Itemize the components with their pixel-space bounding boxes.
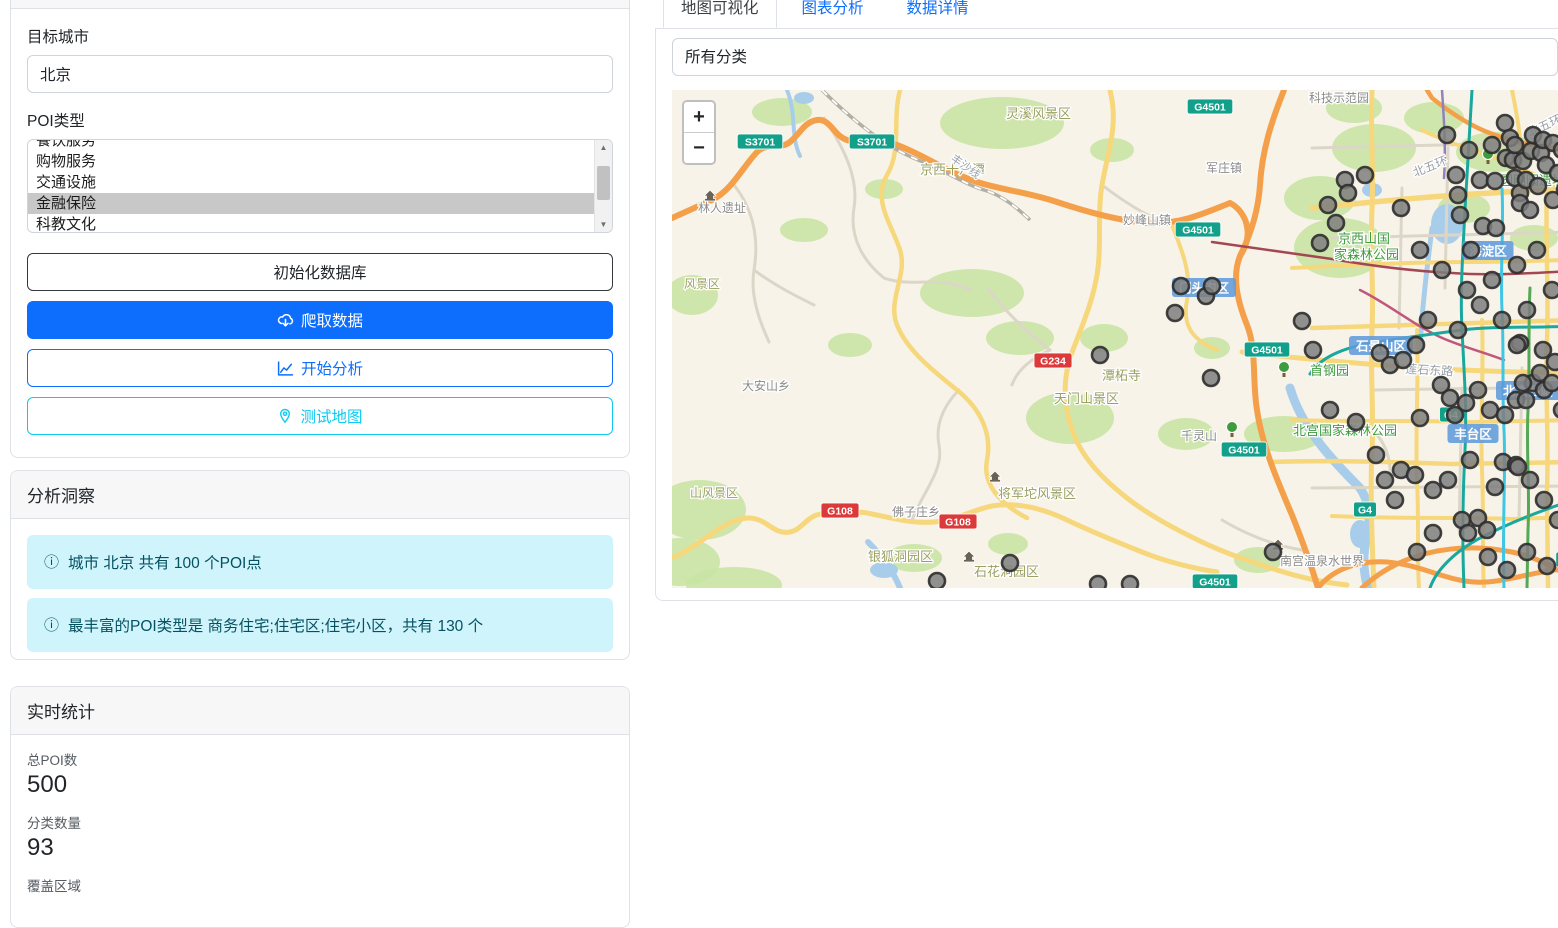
insights-card: 分析洞察 ⓘ 城市 北京 共有 100 个POI点 ⓘ 最丰富的POI类型是 商…: [10, 470, 630, 660]
svg-text:潭柘寺: 潭柘寺: [1102, 368, 1141, 383]
svg-text:家森林公园: 家森林公园: [1334, 247, 1399, 262]
svg-text:G4501: G4501: [1251, 345, 1283, 357]
test-map-label: 测试地图: [300, 409, 363, 426]
svg-text:天门山景区: 天门山景区: [1054, 391, 1119, 406]
control-panel-card: 目标城市 POI类型 餐饮服务购物服务交通设施金融保险科教文化 ▲ ▼ 初始化数…: [10, 0, 630, 458]
geo-pin-icon: [280, 408, 291, 423]
stat-label-total-poi: 总POI数: [27, 753, 78, 768]
stat-value-categories: 93: [27, 833, 54, 861]
svg-text:北宫国家森林公园: 北宫国家森林公园: [1293, 423, 1397, 438]
svg-text:军庄镇: 军庄镇: [1206, 160, 1242, 175]
svg-text:G4: G4: [1358, 505, 1372, 517]
poi-type-option[interactable]: 科教文化: [28, 214, 595, 232]
svg-text:妙峰山镇: 妙峰山镇: [1123, 213, 1171, 227]
insights-header: 分析洞察: [11, 471, 629, 519]
tab-data-details[interactable]: 数据详情: [889, 0, 987, 28]
scroll-thumb[interactable]: [597, 166, 610, 200]
svg-text:林人遗址: 林人遗址: [698, 201, 746, 215]
stats-header: 实时统计: [11, 687, 629, 735]
insight-text: 最丰富的POI类型是 商务住宅;住宅区;住宅小区，共有 130 个: [68, 618, 484, 635]
svg-text:G4501: G4501: [1228, 445, 1260, 457]
start-analysis-button[interactable]: 开始分析: [27, 349, 613, 387]
init-database-button[interactable]: 初始化数据库: [27, 253, 613, 291]
cloud-download-icon: [277, 313, 294, 327]
poi-type-options: 餐饮服务 购物服务 交通设施 金融保险 科教文化: [28, 140, 595, 232]
svg-text:灵溪风景区: 灵溪风景区: [1006, 106, 1071, 121]
svg-text:G4501: G4501: [1182, 225, 1214, 237]
svg-text:莲石东路: 莲石东路: [1405, 361, 1454, 378]
svg-text:佛子庄乡: 佛子庄乡: [892, 504, 940, 519]
svg-text:S3701: S3701: [857, 137, 888, 149]
stat-label-coverage: 覆盖区域: [27, 878, 81, 894]
svg-text:南宫温泉水世界: 南宫温泉水世界: [1280, 553, 1364, 568]
map-tab-panel: 所有分类 + − 灵溪风景区 京西十八潭 丰沙线 军庄镇 科技示范园 妙峰山镇 林人遗址 风景…: [655, 28, 1558, 601]
stat-value-total-poi: 500: [27, 771, 68, 798]
svg-text:G4501: G4501: [1194, 102, 1226, 114]
poi-type-option[interactable]: 购物服务: [28, 151, 595, 172]
target-city-input[interactable]: [27, 55, 613, 93]
graph-up-icon: [277, 360, 294, 376]
svg-text:将军坨风景区: 将军坨风景区: [998, 486, 1076, 501]
main-tabs: 地图可视化 图表分析 数据详情: [655, 0, 987, 28]
poi-list-scrollbar[interactable]: ▲ ▼: [594, 140, 612, 232]
map-canvas[interactable]: + − 灵溪风景区 京西十八潭 丰沙线 军庄镇 科技示范园 妙峰山镇 林人遗址 风景区 大安山乡…: [672, 90, 1558, 588]
stat-label-categories: 分类数量: [27, 815, 81, 831]
svg-text:银狐洞园区: 银狐洞园区: [868, 549, 933, 564]
category-filter-select[interactable]: 所有分类: [672, 38, 1558, 76]
scroll-down-icon[interactable]: ▼: [595, 217, 612, 232]
crawl-data-button[interactable]: 爬取数据: [27, 301, 613, 339]
poi-type-option[interactable]: 交通设施: [28, 172, 595, 193]
stats-card: 实时统计 总POI数 500 分类数量 93 覆盖区域: [10, 686, 630, 928]
svg-text:G4501: G4501: [1199, 577, 1231, 589]
tab-chart-analysis[interactable]: 图表分析: [784, 0, 882, 28]
info-icon: ⓘ: [44, 553, 60, 571]
tab-map-visualization[interactable]: 地图可视化: [663, 0, 777, 28]
svg-text:山风景区: 山风景区: [690, 486, 738, 500]
svg-text:丰台区: 丰台区: [1454, 427, 1492, 442]
info-icon: ⓘ: [44, 616, 60, 634]
target-city-label: 目标城市: [27, 29, 90, 46]
insight-text: 城市 北京 共有 100 个POI点: [68, 555, 262, 572]
zoom-in-button[interactable]: +: [684, 102, 714, 133]
svg-text:G108: G108: [827, 506, 853, 518]
svg-text:首钢园: 首钢园: [1310, 363, 1349, 378]
scroll-up-icon[interactable]: ▲: [595, 140, 612, 155]
insight-alert: ⓘ 最丰富的POI类型是 商务住宅;住宅区;住宅小区，共有 130 个: [27, 598, 613, 652]
svg-text:科技示范园: 科技示范园: [1309, 91, 1369, 105]
svg-text:S3701: S3701: [745, 137, 776, 149]
poi-type-option[interactable]: 金融保险: [28, 193, 595, 214]
crawl-data-label: 爬取数据: [300, 313, 363, 330]
test-map-button[interactable]: 测试地图: [27, 397, 613, 435]
poi-type-option[interactable]: 餐饮服务: [28, 140, 595, 151]
svg-text:千灵山: 千灵山: [1181, 429, 1217, 443]
poi-type-list[interactable]: 餐饮服务 购物服务 交通设施 金融保险 科教文化 ▲ ▼: [27, 139, 613, 233]
map-zoom-control: + −: [682, 100, 716, 165]
control-panel-header: [11, 0, 629, 9]
svg-text:京西山国: 京西山国: [1338, 231, 1390, 246]
svg-text:大安山乡: 大安山乡: [742, 378, 790, 393]
insight-alert: ⓘ 城市 北京 共有 100 个POI点: [27, 535, 613, 589]
poi-type-label: POI类型: [27, 113, 85, 130]
svg-text:G234: G234: [1040, 356, 1066, 368]
init-database-label: 初始化数据库: [273, 265, 367, 282]
map-svg: 灵溪风景区京西十八潭丰沙线 军庄镇科技示范园妙峰山镇林人遗址风景区大安山乡山风景区…: [672, 90, 1558, 588]
svg-text:G108: G108: [945, 517, 971, 529]
zoom-out-button[interactable]: −: [684, 133, 714, 163]
start-analysis-label: 开始分析: [300, 361, 363, 378]
svg-text:风景区: 风景区: [684, 277, 720, 291]
